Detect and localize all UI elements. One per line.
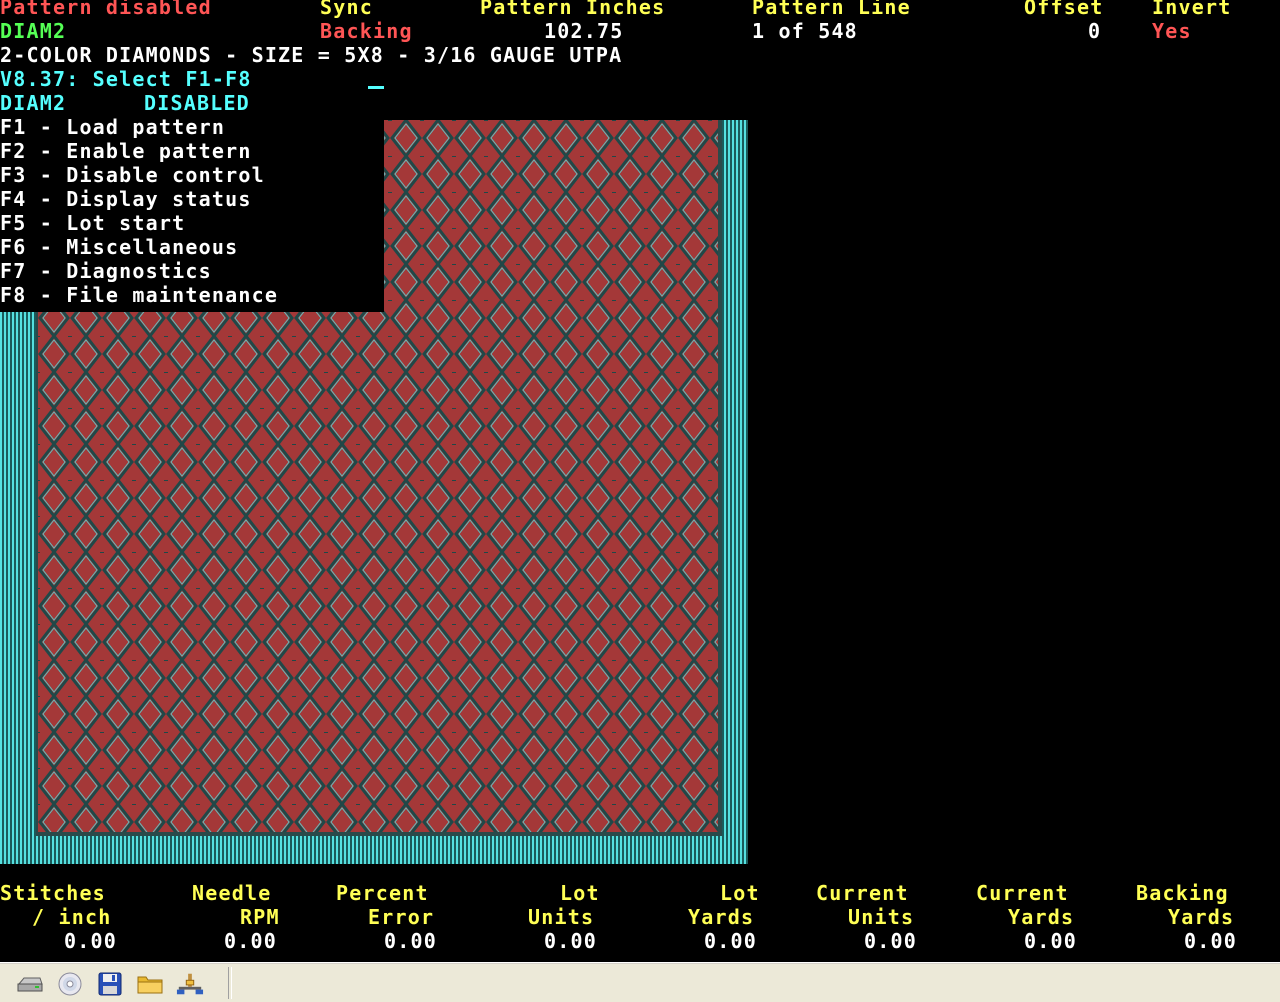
stat-label-line1: Current [816,881,909,905]
stat-label-line2: Units [848,905,915,929]
stat-label-line1: Current [976,881,1069,905]
stat-value: 0.00 [384,929,437,953]
pattern-inches-value: 102.75 [544,19,624,43]
stat-label-line1: Percent [336,881,429,905]
stat-label-line1: Needle [192,881,272,905]
stat-value: 0.00 [1184,929,1237,953]
command-prompt[interactable]: V8.37: Select F1-F8 [0,67,252,91]
stat-value: 0.00 [704,929,757,953]
stat-label-line2: Yards [688,905,755,929]
stat-label-line2: Units [528,905,595,929]
stat-value: 0.00 [64,929,117,953]
pattern-preview-bottom-band [0,836,748,864]
pattern-name: DIAM2 [0,19,67,43]
stat-value: 0.00 [544,929,597,953]
menu-item-lot-start[interactable]: F5 - Lot start [0,211,185,235]
taskbar [0,962,1280,1002]
current-pattern-state: DISABLED [144,91,250,115]
stat-label-line1: Lot [560,881,600,905]
sync-value: Backing [320,19,413,43]
drive-icon[interactable] [16,971,44,997]
stat-label-line2: Error [368,905,435,929]
disc-icon[interactable] [56,971,84,997]
stat-label-line2: RPM [240,905,280,929]
floppy-save-icon[interactable] [96,971,124,997]
menu-item-load-pattern[interactable]: F1 - Load pattern [0,115,225,139]
stat-label-line2: / inch [32,905,112,929]
invert-label: Invert [1152,0,1232,19]
stat-value: 0.00 [864,929,917,953]
function-key-menu: F1 - Load pattern F2 - Enable pattern F3… [0,115,384,312]
stat-label-line1: Lot [720,881,760,905]
folder-icon[interactable] [136,971,164,997]
pattern-line-value: 1 of 548 [752,19,858,43]
pattern-description: 2-COLOR DIAMONDS - SIZE = 5X8 - 3/16 GAU… [0,43,623,67]
stat-label-line1: Stitches [0,881,106,905]
menu-item-disable-control[interactable]: F3 - Disable control [0,163,265,187]
offset-value: 0 [1088,19,1102,43]
network-icon[interactable] [176,971,204,997]
sync-label: Sync [320,0,373,19]
menu-item-display-status[interactable]: F4 - Display status [0,187,252,211]
menu-item-enable-pattern[interactable]: F2 - Enable pattern [0,139,252,163]
text-cursor [368,86,384,89]
taskbar-separator [228,967,232,999]
stat-value: 0.00 [1024,929,1077,953]
menu-item-diagnostics[interactable]: F7 - Diagnostics [0,259,212,283]
menu-item-file-maintenance[interactable]: F8 - File maintenance [0,283,278,307]
menu-item-miscellaneous[interactable]: F6 - Miscellaneous [0,235,238,259]
stat-label-line2: Yards [1008,905,1075,929]
offset-label: Offset [1024,0,1104,19]
pattern-status-label: Pattern disabled [0,0,212,19]
current-pattern-name: DIAM2 [0,91,67,115]
invert-value: Yes [1152,19,1192,43]
pattern-line-label: Pattern Line [752,0,911,19]
pattern-inches-label: Pattern Inches [480,0,666,19]
stat-value: 0.00 [224,929,277,953]
stat-label-line1: Backing [1136,881,1229,905]
stat-label-line2: Yards [1168,905,1235,929]
